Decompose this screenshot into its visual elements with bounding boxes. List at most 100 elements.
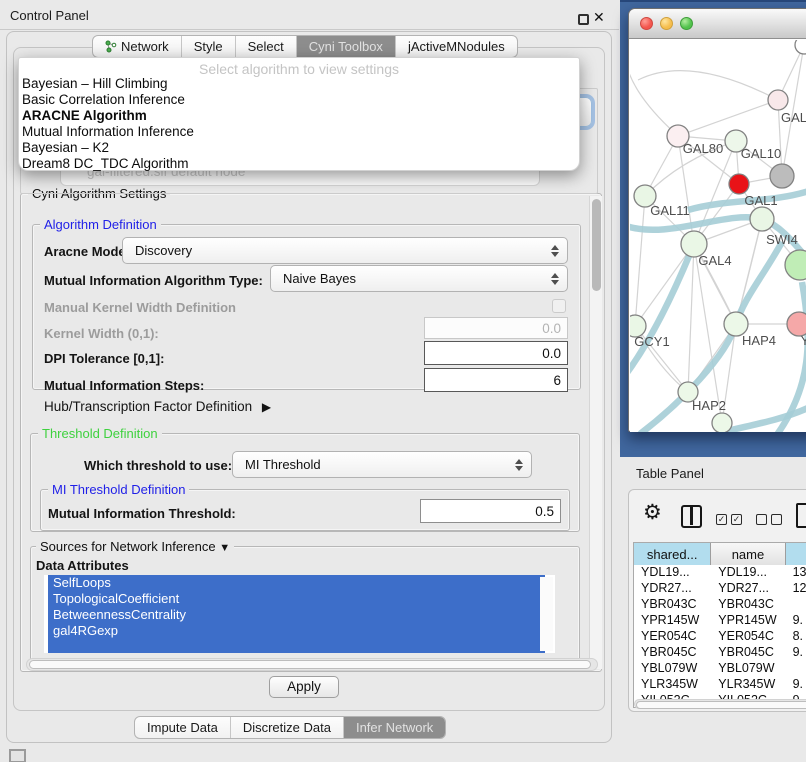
table-cell[interactable]: 12 xyxy=(786,581,806,597)
collapse-arrow-icon[interactable]: ▼ xyxy=(219,542,230,554)
network-graph[interactable]: GALGAL80GAL10GAL1SWI4GAL11GAL4GCY1HAP4YH… xyxy=(630,40,806,432)
tab-network[interactable]: Network xyxy=(93,36,182,57)
network-edge[interactable] xyxy=(635,196,645,326)
table-cell[interactable]: YPR145W xyxy=(711,613,785,629)
column-header-shared[interactable]: shared... xyxy=(634,543,711,565)
table-cell[interactable]: 9. xyxy=(786,613,806,629)
network-node[interactable] xyxy=(785,250,806,280)
table-horizontal-scrollbar-thumb[interactable] xyxy=(636,701,806,709)
table-cell[interactable]: YBR045C xyxy=(711,645,785,661)
network-node-gal1[interactable] xyxy=(729,174,749,194)
network-edge[interactable] xyxy=(678,100,778,136)
which-threshold-combobox[interactable]: MI Threshold xyxy=(232,451,532,478)
table-horizontal-scrollbar[interactable] xyxy=(634,699,806,709)
kernel-width-field[interactable]: 0.0 xyxy=(424,317,568,339)
attributes-scrollbar[interactable] xyxy=(540,577,553,651)
settings-vertical-scrollbar-thumb[interactable] xyxy=(592,199,601,291)
tab-impute-data[interactable]: Impute Data xyxy=(135,717,231,738)
algorithm-option[interactable]: Mutual Information Inference xyxy=(19,124,579,140)
settings-horizontal-scrollbar[interactable] xyxy=(26,658,598,671)
algorithm-dropdown[interactable]: Select algorithm to view settings Bayesi… xyxy=(18,57,580,171)
table-row[interactable]: YPR145WYPR145W9. xyxy=(634,613,806,629)
tab-style[interactable]: Style xyxy=(182,36,236,57)
column-header-name[interactable]: name xyxy=(711,543,785,565)
table-cell[interactable] xyxy=(786,597,806,613)
table-cell[interactable]: YDR27... xyxy=(634,581,711,597)
checked-checkbox-icon[interactable]: ✓ xyxy=(731,514,742,525)
algorithm-option[interactable]: Bayesian – K2 xyxy=(19,140,579,156)
minimize-traffic-light-icon[interactable] xyxy=(660,17,673,30)
table-cell[interactable]: YBR043C xyxy=(634,597,711,613)
table-cell[interactable]: 8. xyxy=(786,629,806,645)
table-cell[interactable]: YER054C xyxy=(634,629,711,645)
table-row[interactable]: YER054CYER054C8. xyxy=(634,629,806,645)
network-edge[interactable] xyxy=(638,71,778,100)
network-node[interactable] xyxy=(795,40,806,54)
settings-vertical-scrollbar[interactable] xyxy=(589,196,602,669)
table-cell[interactable]: YDL19... xyxy=(711,565,785,581)
table-row[interactable]: YDR27...YDR27...12 xyxy=(634,581,806,597)
algorithm-option[interactable]: Basic Correlation Inference xyxy=(19,92,579,108)
hub-definition-label[interactable]: Hub/Transcription Factor Definition ▶ xyxy=(44,399,271,414)
data-attributes-list[interactable]: SelfLoopsTopologicalCoefficientBetweenne… xyxy=(44,575,555,653)
mi-steps-field[interactable]: 6 xyxy=(424,368,568,392)
table-cell[interactable]: YDL19... xyxy=(634,565,711,581)
network-node-gal[interactable] xyxy=(768,90,788,110)
close-traffic-light-icon[interactable] xyxy=(640,17,653,30)
tab-infer-network[interactable]: Infer Network xyxy=(344,717,445,738)
mini-palette-icon[interactable] xyxy=(9,749,26,762)
node-attribute-table[interactable]: shared... name YDL19...YDL19...13YDR27..… xyxy=(633,542,806,708)
table-cell[interactable]: YBL079W xyxy=(634,661,711,677)
tab-jactivemnodules[interactable]: jActiveMNodules xyxy=(396,36,517,57)
network-node[interactable] xyxy=(712,413,732,432)
settings-horizontal-scrollbar-thumb[interactable] xyxy=(29,660,591,669)
mi-algorithm-type-combobox[interactable]: Naive Bayes xyxy=(270,265,568,292)
table-cell[interactable]: 13 xyxy=(786,565,806,581)
table-cell[interactable]: YLR345W xyxy=(634,677,711,693)
table-cell[interactable]: 9. xyxy=(786,677,806,693)
table-row[interactable]: YBL079WYBL079W xyxy=(634,661,806,677)
attribute-item-selected[interactable]: gal4RGexp xyxy=(48,623,545,639)
algorithm-option[interactable]: Dream8 DC_TDC Algorithm xyxy=(19,156,579,172)
network-window-titlebar[interactable] xyxy=(629,9,806,39)
aracne-mode-combobox[interactable]: Discovery xyxy=(122,237,568,264)
attribute-item-selected[interactable]: SelfLoops xyxy=(48,575,545,591)
unchecked-checkbox-icon[interactable] xyxy=(756,514,767,525)
column-header-third[interactable] xyxy=(786,543,806,565)
attribute-item-selected[interactable] xyxy=(48,639,545,653)
manual-kernel-width-checkbox[interactable] xyxy=(552,299,566,313)
network-edge[interactable] xyxy=(688,244,694,392)
table-cell[interactable]: 9. xyxy=(786,645,806,661)
table-cell[interactable]: YPR145W xyxy=(634,613,711,629)
dpi-tolerance-field[interactable]: 0.0 xyxy=(424,341,568,365)
table-row[interactable]: YDL19...YDL19...13 xyxy=(634,565,806,581)
algorithm-option[interactable]: Bayesian – Hill Climbing xyxy=(19,76,579,92)
table-row[interactable]: YBR043CYBR043C xyxy=(634,597,806,613)
network-node[interactable] xyxy=(770,164,794,188)
table-cell[interactable] xyxy=(786,661,806,677)
table-cell[interactable]: YBL079W xyxy=(711,661,785,677)
mi-threshold-field[interactable]: 0.5 xyxy=(420,499,561,523)
attribute-item-selected[interactable]: TopologicalCoefficient xyxy=(48,591,545,607)
table-cell[interactable]: YBR043C xyxy=(711,597,785,613)
checked-checkbox-icon[interactable]: ✓ xyxy=(716,514,727,525)
table-row[interactable]: YLR345WYLR345W9. xyxy=(634,677,806,693)
table-cell[interactable]: YER054C xyxy=(711,629,785,645)
document-icon[interactable] xyxy=(796,503,806,528)
table-cell[interactable]: YDR27... xyxy=(711,581,785,597)
network-view-window[interactable]: GALGAL80GAL10GAL1SWI4GAL11GAL4GCY1HAP4YH… xyxy=(628,8,806,432)
network-canvas[interactable]: GALGAL80GAL10GAL1SWI4GAL11GAL4GCY1HAP4YH… xyxy=(630,40,806,432)
table-cell[interactable]: YLR345W xyxy=(711,677,785,693)
table-row[interactable]: YBR045CYBR045C9. xyxy=(634,645,806,661)
apply-button[interactable]: Apply xyxy=(269,676,339,698)
attribute-item-selected[interactable]: BetweennessCentrality xyxy=(48,607,545,623)
float-window-icon[interactable] xyxy=(578,14,589,25)
network-node-swi4[interactable] xyxy=(750,207,774,231)
close-icon[interactable]: ✕ xyxy=(593,9,605,26)
zoom-traffic-light-icon[interactable] xyxy=(680,17,693,30)
algorithm-option[interactable]: ARACNE Algorithm xyxy=(19,108,579,124)
gear-icon[interactable]: ⚙ xyxy=(643,500,662,525)
tab-cyni-toolbox[interactable]: Cyni Toolbox xyxy=(297,36,396,57)
columns-icon[interactable] xyxy=(681,505,702,528)
table-cell[interactable]: YBR045C xyxy=(634,645,711,661)
